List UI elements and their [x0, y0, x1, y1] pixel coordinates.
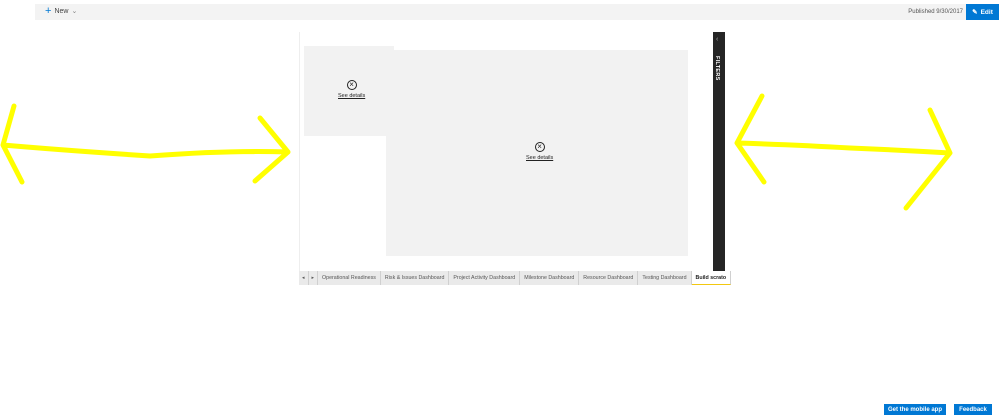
- tab-operational-readiness[interactable]: Operational Readiness: [318, 271, 381, 285]
- new-label: New: [54, 7, 69, 15]
- filters-pane[interactable]: ‹ FILTERS: [713, 32, 725, 285]
- tab-resource[interactable]: Resource Dashboard: [579, 271, 639, 285]
- visual-error: × See details: [338, 80, 365, 99]
- chevron-left-icon[interactable]: ‹: [716, 36, 718, 43]
- edit-label: Edit: [980, 8, 993, 16]
- published-date: Published 9/30/2017: [908, 9, 963, 15]
- error-circle-x-icon: ×: [534, 142, 545, 152]
- tab-milestone[interactable]: Milestone Dashboard: [520, 271, 580, 285]
- see-details-link[interactable]: See details: [338, 93, 365, 99]
- chevron-down-icon: ⌄: [71, 8, 78, 15]
- report-canvas: × See details × See details: [299, 32, 713, 285]
- left-double-arrow-icon: [0, 103, 291, 185]
- page-tabs: ◂ ▸ Operational Readiness Risk & Issues …: [299, 271, 732, 285]
- visual-error: × See details: [526, 142, 553, 161]
- filters-label: FILTERS: [714, 56, 720, 81]
- tab-risk-issues[interactable]: Risk & Issues Dashboard: [381, 271, 450, 285]
- tabs-scroll-left-button[interactable]: ◂: [299, 271, 309, 285]
- tabs-scroll-right-button[interactable]: ▸: [309, 271, 319, 285]
- visual-tile-small[interactable]: × See details: [304, 46, 394, 136]
- plus-icon: +: [45, 5, 52, 17]
- visual-tile-large[interactable]: × See details: [386, 50, 688, 256]
- see-details-link[interactable]: See details: [526, 155, 553, 161]
- get-mobile-app-button[interactable]: Get the mobile app: [884, 404, 946, 415]
- edit-button[interactable]: ✎ Edit: [966, 4, 999, 20]
- pencil-icon: ✎: [972, 9, 978, 16]
- top-toolbar: + New ⌄ Published 9/30/2017 ✎ Edit: [35, 4, 999, 20]
- tab-build-scratch[interactable]: Build scrato: [691, 271, 732, 285]
- tab-project-activity[interactable]: Project Activity Dashboard: [449, 271, 521, 285]
- tab-testing[interactable]: Testing Dashboard: [638, 271, 692, 285]
- error-circle-x-icon: ×: [346, 80, 357, 90]
- new-button[interactable]: + New ⌄: [45, 5, 78, 17]
- feedback-button[interactable]: Feedback: [954, 404, 992, 415]
- right-double-arrow-icon: [734, 93, 953, 211]
